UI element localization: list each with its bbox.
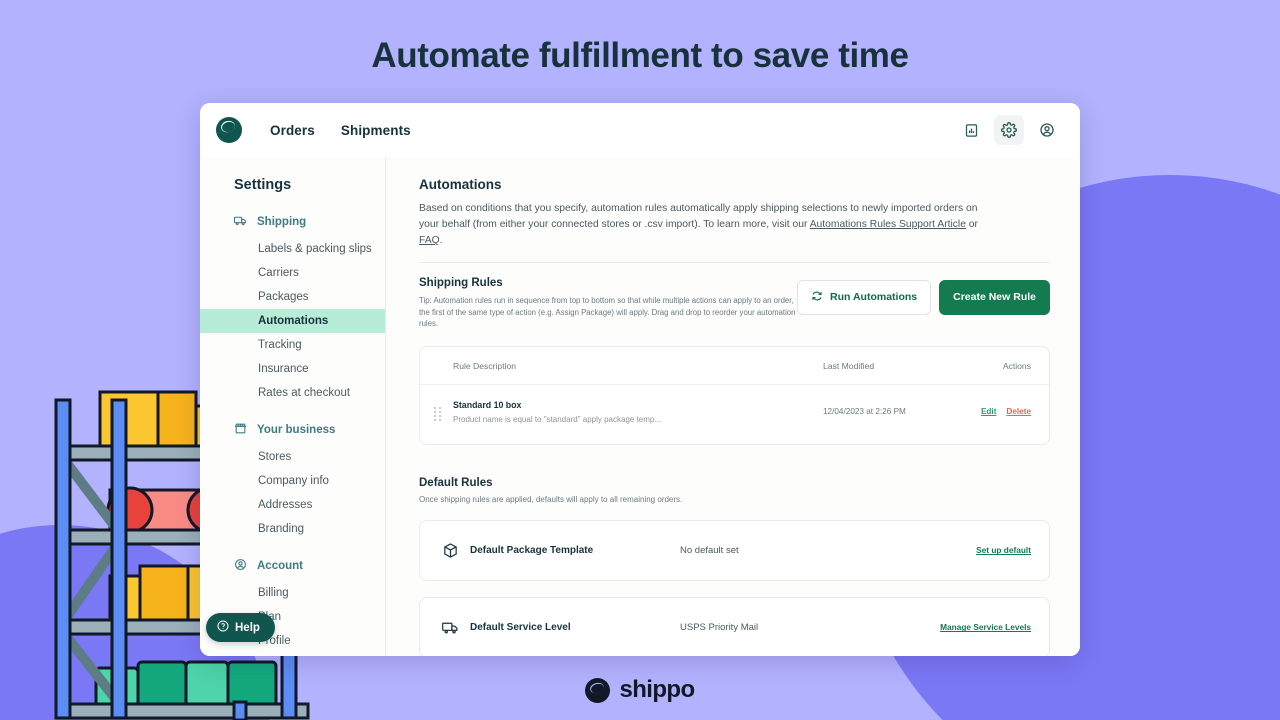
account-circle-icon [234,558,247,574]
app-body: Settings Shipping Labels & packing slips… [200,157,1080,656]
sidebar-item-stores[interactable]: Stores [200,445,385,469]
page-title: Automate fulfillment to save time [0,36,1280,76]
table-header-row: Rule Description Last Modified Actions [420,347,1049,385]
footer-brand-name: shippo [619,676,694,704]
default-rules-subtitle: Once shipping rules are applied, default… [419,495,1050,504]
account-icon[interactable] [1032,115,1062,145]
reports-icon[interactable] [956,115,986,145]
shippo-logo-icon [585,678,610,703]
automations-heading: Automations [419,177,1050,192]
section-divider [419,262,1050,263]
nav-item-orders[interactable]: Orders [270,123,315,138]
run-automations-label: Run Automations [830,291,917,303]
help-button[interactable]: Help [206,613,275,642]
shipping-rules-title: Shipping Rules [419,277,797,289]
manage-service-levels-link[interactable]: Manage Service Levels [940,622,1031,632]
default-package-template-card: Default Package Template No default set … [419,520,1050,581]
sidebar-item-addresses[interactable]: Addresses [200,493,385,517]
sidebar-group-account[interactable]: Account [200,551,385,581]
truck-icon [442,619,470,636]
sidebar-item-carriers[interactable]: Carriers [200,261,385,285]
shipping-rules-header: Shipping Rules Tip: Automation rules run… [419,277,1050,330]
default-service-level-card: Default Service Level USPS Priority Mail… [419,597,1050,656]
column-header-last-modified: Last Modified [823,361,973,371]
link-faq[interactable]: FAQ [419,235,440,246]
rule-last-modified: 12/04/2023 at 2:26 PM [823,407,973,416]
default-service-level-value: USPS Priority Mail [680,622,940,633]
default-rule-row: Default Service Level USPS Priority Mail… [420,598,1049,656]
truck-icon [234,214,247,230]
sidebar-group-your-business[interactable]: Your business [200,415,385,445]
description-text-3: . [440,235,443,246]
shipping-rules-tip: Tip: Automation rules run in sequence fr… [419,295,797,330]
default-package-template-value: No default set [680,545,976,556]
create-new-rule-button[interactable]: Create New Rule [939,280,1050,315]
drag-handle-icon[interactable] [434,407,442,421]
rule-name: Standard 10 box [453,400,823,410]
sidebar-group-label: Your business [257,424,335,436]
refresh-icon [811,290,823,305]
run-automations-button[interactable]: Run Automations [797,280,931,315]
default-service-level-label: Default Service Level [470,622,680,633]
default-package-template-label: Default Package Template [470,545,680,556]
help-button-label: Help [235,622,260,634]
question-mark-icon [217,620,229,635]
table-row[interactable]: Standard 10 box Product name is equal to… [420,385,1049,444]
link-automations-rules-support-article[interactable]: Automations Rules Support Article [810,219,966,230]
delete-rule-link[interactable]: Delete [1006,407,1031,416]
sidebar-item-billing[interactable]: Billing [200,581,385,605]
sidebar-item-insurance[interactable]: Insurance [200,357,385,381]
sidebar-item-branding[interactable]: Branding [200,517,385,541]
sidebar-item-tracking[interactable]: Tracking [200,333,385,357]
create-new-rule-label: Create New Rule [953,291,1036,303]
sidebar-item-company-info[interactable]: Company info [200,469,385,493]
sidebar-item-packages[interactable]: Packages [200,285,385,309]
default-rule-row: Default Package Template No default set … [420,521,1049,580]
automations-description: Based on conditions that you specify, au… [419,201,994,249]
topbar-icon-group [956,115,1062,145]
package-box-icon [442,542,470,559]
edit-rule-link[interactable]: Edit [981,407,996,416]
default-rules-title: Default Rules [419,477,1050,489]
gear-icon[interactable] [994,115,1024,145]
sidebar-group-shipping[interactable]: Shipping [200,207,385,237]
rule-subtitle: Product name is equal to "standard" appl… [453,415,823,424]
nav-item-shipments[interactable]: Shipments [341,123,411,138]
settings-sidebar: Settings Shipping Labels & packing slips… [200,157,386,656]
shippo-logo-icon[interactable] [216,117,242,143]
sidebar-group-label: Shipping [257,216,306,228]
sidebar-group-label: Account [257,560,303,572]
app-window: Orders Shipments [200,103,1080,656]
app-topbar: Orders Shipments [200,103,1080,157]
description-text-2: or [966,219,978,230]
sidebar-title: Settings [200,177,385,207]
sidebar-item-users[interactable]: Users [200,653,385,656]
column-header-actions: Actions [973,361,1031,371]
footer-brand: shippo [0,676,1280,704]
sidebar-item-rates-at-checkout[interactable]: Rates at checkout [200,381,385,405]
column-header-rule-description: Rule Description [453,361,823,371]
sidebar-item-automations[interactable]: Automations [200,309,385,333]
top-navigation: Orders Shipments [270,123,411,138]
shipping-rules-table: Rule Description Last Modified Actions S… [419,346,1050,445]
store-icon [234,422,247,438]
set-up-default-link[interactable]: Set up default [976,545,1031,555]
page-root: Automate fulfillment to save time Orders… [0,0,1280,720]
sidebar-item-labels-packing-slips[interactable]: Labels & packing slips [200,237,385,261]
main-content: Automations Based on conditions that you… [386,157,1080,656]
